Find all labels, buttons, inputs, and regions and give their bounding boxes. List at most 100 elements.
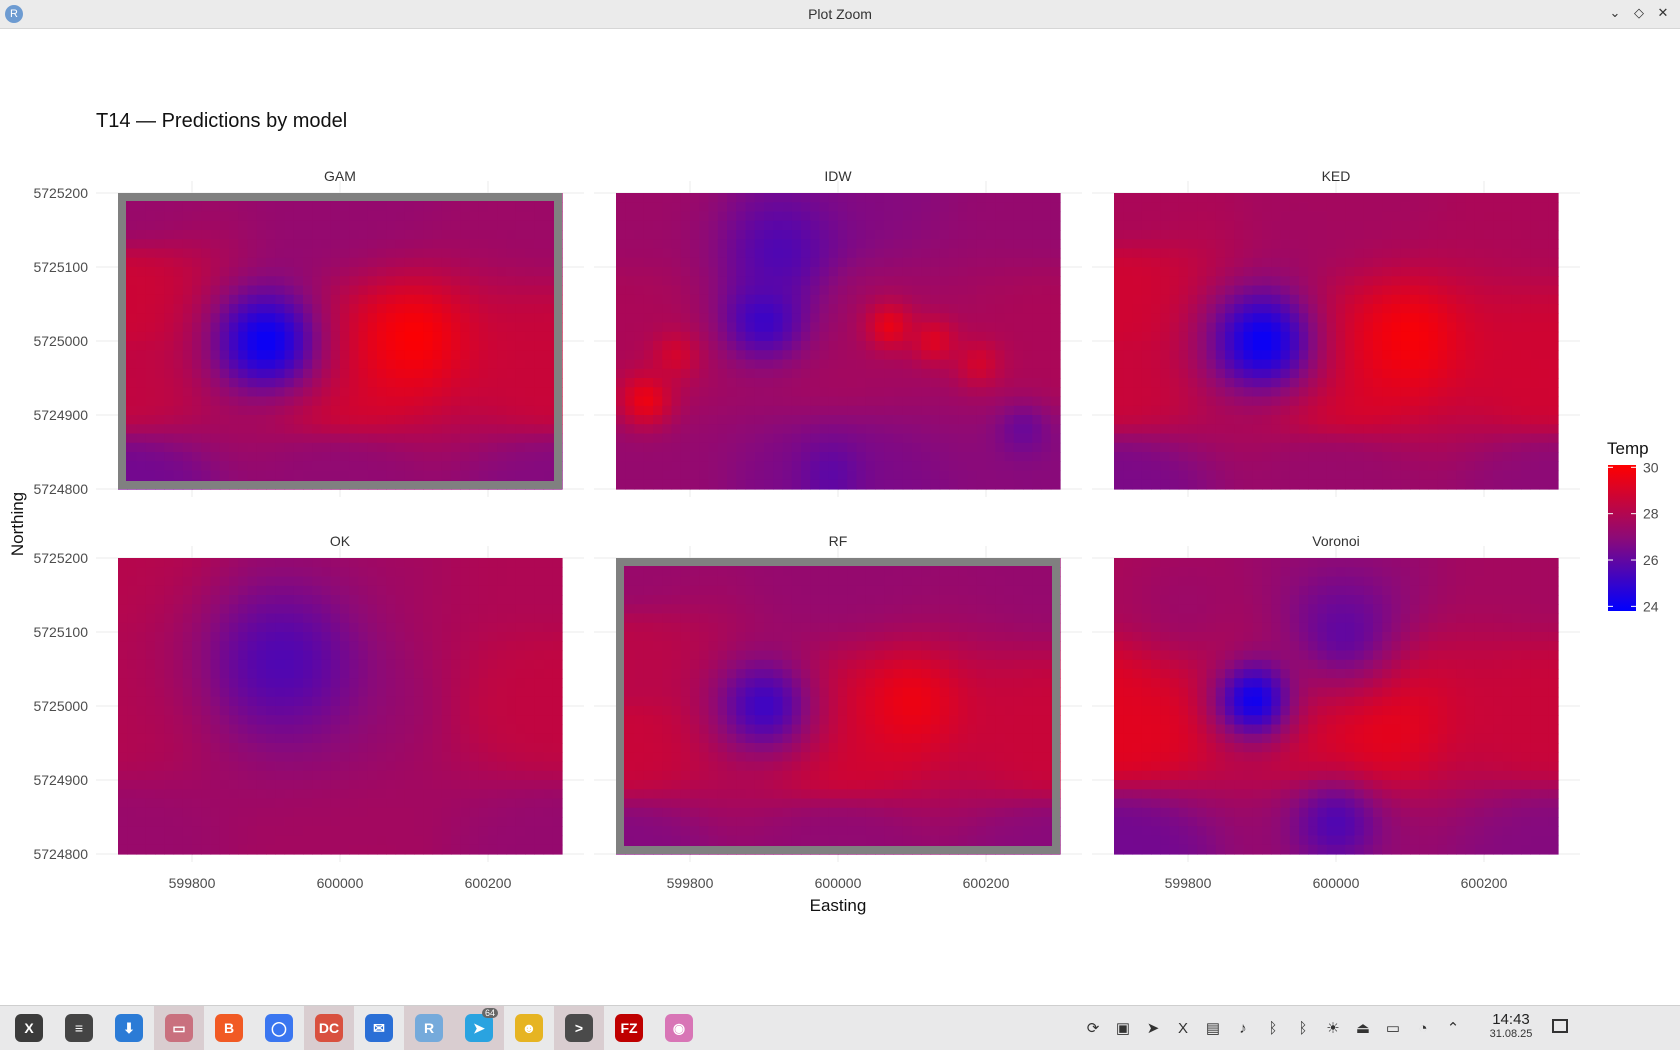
heatmap-cell bbox=[1160, 470, 1171, 481]
heatmap-cell bbox=[986, 461, 996, 472]
heatmap-cell bbox=[1215, 304, 1226, 314]
heatmap-cell bbox=[118, 595, 128, 605]
heatmap-cell bbox=[1474, 470, 1485, 481]
heatmap-cell bbox=[192, 211, 202, 222]
heatmap-cell bbox=[182, 285, 193, 296]
heatmap-cell bbox=[671, 433, 682, 444]
heatmap-cell bbox=[865, 193, 876, 203]
heatmap-cell bbox=[1252, 193, 1263, 203]
heatmap-cell bbox=[1521, 239, 1531, 250]
heatmap-cell bbox=[884, 405, 895, 416]
maximize-icon[interactable]: ◇ bbox=[1630, 4, 1648, 22]
heatmap-cell bbox=[256, 558, 267, 568]
heatmap-cell bbox=[1123, 424, 1134, 435]
heatmap-cell bbox=[478, 267, 489, 277]
heatmap-cell bbox=[1465, 230, 1476, 240]
heatmap-cell bbox=[441, 276, 452, 287]
heatmap-cell bbox=[1484, 470, 1494, 481]
heatmap-cell bbox=[488, 567, 498, 578]
heatmap-cell bbox=[340, 595, 350, 605]
heatmap-cell bbox=[1363, 341, 1374, 351]
heatmap-cell bbox=[662, 276, 673, 287]
heatmap-cell bbox=[1169, 202, 1180, 213]
heatmap-cell bbox=[1419, 313, 1430, 324]
heatmap-cell bbox=[1437, 230, 1448, 240]
heatmap-cell bbox=[995, 313, 1006, 324]
heatmap-cell bbox=[819, 433, 830, 444]
heatmap-cell bbox=[1188, 202, 1198, 213]
heatmap-cell bbox=[727, 359, 737, 370]
heatmap-cell bbox=[810, 267, 821, 277]
heatmap-cell bbox=[210, 276, 221, 287]
heatmap-cell bbox=[875, 424, 885, 435]
facet-label: OK bbox=[330, 533, 351, 549]
heatmap-cell bbox=[1197, 257, 1208, 268]
heatmap-cell bbox=[284, 558, 295, 568]
heatmap-cell bbox=[1160, 276, 1171, 287]
heatmap-cell bbox=[902, 276, 913, 287]
heatmap-cell bbox=[404, 248, 415, 259]
heatmap-cell bbox=[1308, 294, 1319, 305]
heatmap-cell bbox=[1234, 424, 1245, 435]
heatmap-cell bbox=[1299, 405, 1309, 416]
heatmap-cell bbox=[699, 220, 710, 231]
heatmap-cell bbox=[266, 304, 276, 314]
heatmap-cell bbox=[1465, 202, 1476, 213]
heatmap-cell bbox=[506, 405, 517, 416]
heatmap-cell bbox=[1308, 415, 1319, 425]
heatmap-cell bbox=[219, 604, 230, 615]
heatmap-cell bbox=[958, 470, 969, 481]
heatmap-cell bbox=[1502, 239, 1513, 250]
heatmap-cell bbox=[1511, 350, 1522, 361]
heatmap-cell bbox=[1197, 285, 1208, 296]
heatmap-cell bbox=[986, 452, 996, 462]
heatmap-cells bbox=[616, 193, 1061, 490]
heatmap-cell bbox=[414, 267, 424, 277]
heatmap-cell bbox=[497, 220, 508, 231]
heatmap-cell bbox=[643, 202, 654, 213]
heatmap-cell bbox=[238, 470, 249, 481]
heatmap-cell bbox=[828, 378, 839, 388]
heatmap-cell bbox=[201, 220, 212, 231]
heatmap-cell bbox=[238, 387, 249, 398]
heatmap-cell bbox=[1400, 294, 1411, 305]
heatmap-cell bbox=[460, 368, 471, 379]
heatmap-cell bbox=[690, 211, 700, 222]
heatmap-cell bbox=[1197, 359, 1208, 370]
heatmap-cell bbox=[155, 313, 165, 324]
heatmap-cell bbox=[525, 285, 535, 296]
heatmap-cell bbox=[976, 202, 987, 213]
heatmap-cell bbox=[312, 595, 323, 605]
heatmap-cell bbox=[525, 313, 535, 324]
heatmap-cell bbox=[145, 331, 156, 342]
heatmap-cell bbox=[893, 322, 904, 333]
heatmap-cell bbox=[210, 396, 221, 407]
heatmap-cell bbox=[1336, 285, 1346, 296]
heatmap-cell bbox=[1363, 433, 1374, 444]
heatmap-cell bbox=[303, 350, 313, 361]
heatmap-cell bbox=[1548, 368, 1559, 379]
heatmap-cell bbox=[754, 248, 765, 259]
heatmap-cell bbox=[441, 202, 452, 213]
heatmap-cell bbox=[404, 331, 415, 342]
heatmap-cell bbox=[386, 202, 397, 213]
heatmap-cell bbox=[1160, 341, 1171, 351]
heatmap-cell bbox=[1197, 442, 1208, 453]
heatmap-cell bbox=[266, 359, 276, 370]
heatmap-cell bbox=[949, 424, 959, 435]
minimize-icon[interactable]: ⌄ bbox=[1606, 4, 1624, 22]
heatmap-cell bbox=[358, 202, 369, 213]
heatmap-cell bbox=[1215, 220, 1226, 231]
heatmap-cell bbox=[155, 239, 165, 250]
heatmap-cell bbox=[1539, 285, 1550, 296]
heatmap-cell bbox=[1013, 276, 1024, 287]
heatmap-cell bbox=[506, 350, 517, 361]
heatmap-cell bbox=[1160, 257, 1171, 268]
heatmap-cell bbox=[930, 452, 941, 462]
heatmap-cell bbox=[340, 378, 350, 388]
heatmap-cell bbox=[478, 595, 489, 605]
heatmap-cell bbox=[1456, 396, 1467, 407]
close-icon[interactable]: ✕ bbox=[1654, 4, 1672, 22]
heatmap-cell bbox=[727, 322, 737, 333]
heatmap-cell bbox=[293, 442, 304, 453]
